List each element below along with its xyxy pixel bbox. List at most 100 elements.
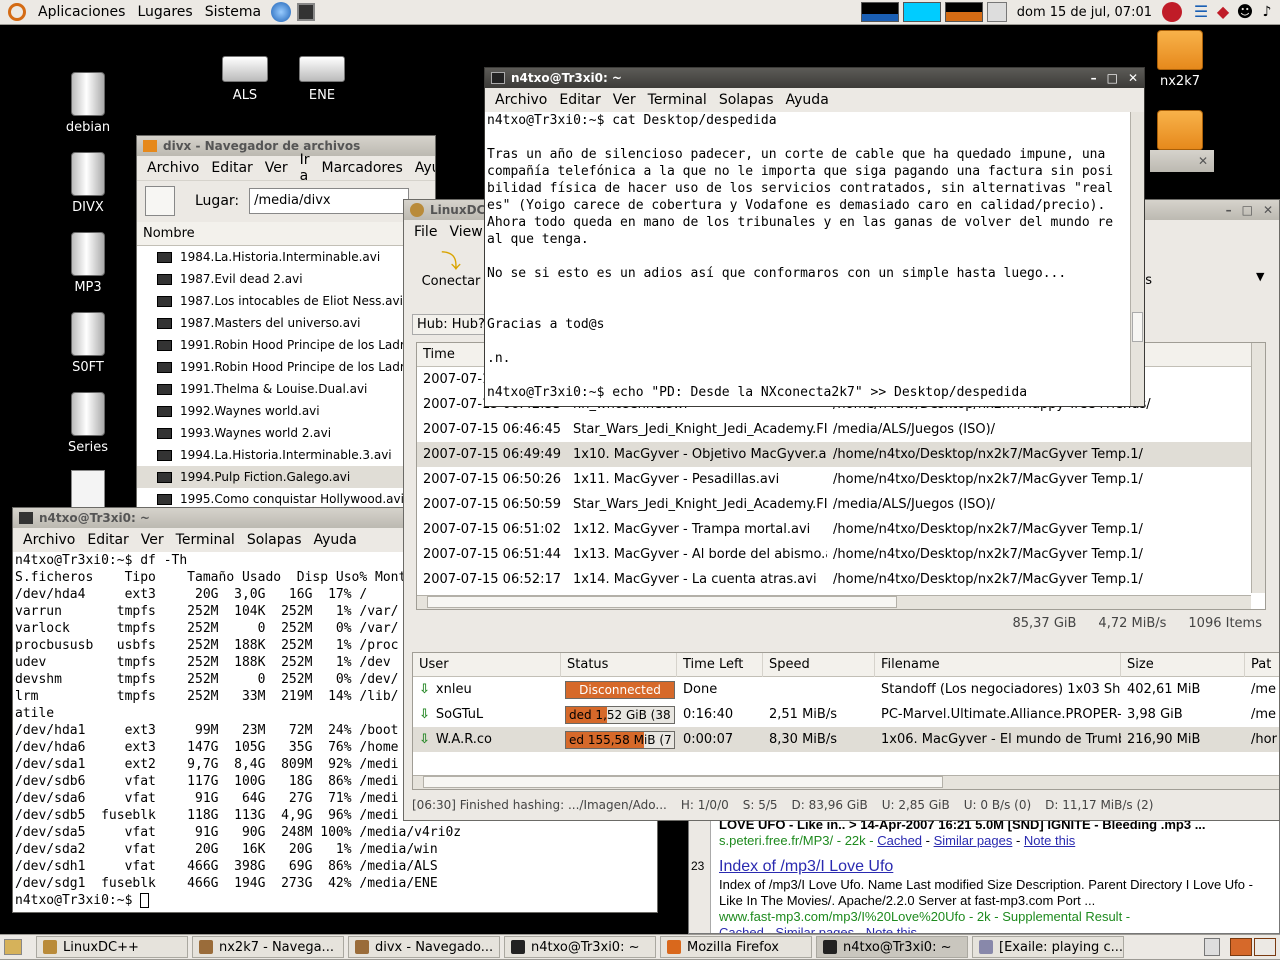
file-row[interactable]: 1987.Los intocables de Eliot Ness.avi: [137, 290, 435, 312]
transfer-row[interactable]: ⇩ W.A.R.co ed 155,58 MiB (7 0:00:07 8,30 MiB…: [413, 727, 1279, 752]
edit-location-icon[interactable]: [145, 185, 175, 216]
menu-terminal[interactable]: Terminal: [170, 532, 241, 548]
menu-ayuda[interactable]: Ayuda: [780, 92, 835, 108]
menu-editar[interactable]: Editar: [81, 532, 134, 548]
maximize-icon[interactable]: □: [1107, 71, 1118, 85]
menu-solapas[interactable]: Solapas: [713, 92, 780, 108]
note-this-link-2[interactable]: Note this: [866, 925, 917, 933]
file-row[interactable]: 1991.Robin Hood Principe de los Ladrones: [137, 334, 435, 356]
file-row[interactable]: 1994.Pulp Fiction.Galego.avi: [137, 466, 435, 488]
close-icon[interactable]: ✕: [1198, 154, 1208, 168]
file-row[interactable]: 1984.La.Historia.Interminable.avi: [137, 246, 435, 268]
terminal-launcher-icon[interactable]: [297, 3, 316, 21]
minimize-icon[interactable]: –: [1226, 203, 1232, 217]
menu-file[interactable]: File: [408, 224, 443, 240]
connect-button[interactable]: ⤵ Conectar: [418, 250, 484, 289]
column-speed[interactable]: Speed: [763, 653, 875, 677]
note-this-link[interactable]: Note this: [1024, 833, 1075, 848]
finished-row[interactable]: 2007-07-15 06:51:02 1x12. MacGyver - Tram…: [417, 517, 1251, 542]
show-desktop-icon[interactable]: [4, 939, 22, 955]
minimize-icon[interactable]: –: [1091, 71, 1097, 85]
file-row[interactable]: 1993.Waynes world 2.avi: [137, 422, 435, 444]
tab-hub[interactable]: Hub: Hub?: [412, 314, 490, 335]
cached-link-2[interactable]: Cached: [719, 925, 764, 933]
browser-launcher-icon[interactable]: [271, 2, 292, 22]
ubuntu-logo-icon[interactable]: [8, 3, 26, 21]
taskbar-button[interactable]: n4txo@Tr3xi0: ~: [816, 936, 968, 958]
file-row[interactable]: 1987.Masters del universo.avi: [137, 312, 435, 334]
taskbar-button[interactable]: LinuxDC++: [36, 936, 188, 958]
finished-row[interactable]: 2007-07-15 06:51:44 1x13. MacGyver - Al b…: [417, 542, 1251, 567]
taskbar-button[interactable]: [Exaile: playing c...: [972, 936, 1124, 958]
column-filename[interactable]: Filename: [875, 653, 1121, 677]
menu-archivo[interactable]: Archivo: [17, 532, 81, 548]
transfer-row[interactable]: ⇩ SoGTuL ded 1,52 GiB (38 0:16:40 2,51 MiB/s…: [413, 702, 1279, 727]
similar-pages-link[interactable]: Similar pages: [934, 833, 1013, 848]
column-nombre[interactable]: Nombre: [137, 222, 195, 246]
terminal-top-titlebar[interactable]: n4txo@Tr3xi0: ~ – □ ✕: [485, 68, 1144, 88]
audio-icon[interactable]: ♪: [1258, 3, 1276, 21]
menu-lugares[interactable]: Lugares: [131, 0, 198, 25]
desktop-icon-mp3[interactable]: MP3: [48, 232, 128, 295]
menu-archivo[interactable]: Archivo: [141, 160, 205, 176]
taskbar-button[interactable]: Mozilla Firefox: [660, 936, 812, 958]
file-row[interactable]: 1994.La.Historia.Interminable.3.avi: [137, 444, 435, 466]
file-row[interactable]: 1987.Evil dead 2.avi: [137, 268, 435, 290]
file-row[interactable]: 1991.Robin Hood Principe de los Ladrones: [137, 356, 435, 378]
column-user[interactable]: User: [413, 653, 561, 677]
menu-ver[interactable]: Ver: [259, 160, 294, 176]
taskbar-button[interactable]: nx2k7 - Navega...: [192, 936, 344, 958]
menu-editar[interactable]: Editar: [553, 92, 606, 108]
taskbar-button[interactable]: divx - Navegado...: [348, 936, 500, 958]
finished-row[interactable]: 2007-07-15 06:52:17 1x14. MacGyver - La c…: [417, 567, 1251, 592]
menu-marcadores[interactable]: Marcadores: [316, 160, 409, 176]
toolbar-dropdown-icon[interactable]: ▼: [1256, 270, 1264, 283]
terminal-top-scrollbar[interactable]: [1130, 112, 1144, 406]
desktop-icon-ene[interactable]: ENE: [282, 56, 362, 103]
menu-editar[interactable]: Editar: [205, 160, 258, 176]
transfers-hscrollbar[interactable]: [413, 775, 1279, 789]
finished-list-hscrollbar[interactable]: [417, 595, 1251, 609]
terminal-top-output[interactable]: n4txo@Tr3xi0:~$ cat Desktop/despedida Tra…: [485, 112, 1130, 406]
todo-window-titlebar[interactable]: ✕: [1150, 150, 1214, 172]
maximize-icon[interactable]: □: [1242, 203, 1253, 217]
menu-archivo[interactable]: Archivo: [489, 92, 553, 108]
column-path[interactable]: Pat: [1245, 653, 1279, 677]
taskbar-button[interactable]: n4txo@Tr3xi0: ~: [504, 936, 656, 958]
power-icon[interactable]: [1162, 2, 1182, 22]
divx-window-titlebar[interactable]: divx - Navegador de archivos: [137, 136, 435, 156]
file-list-header[interactable]: Nombre: [137, 222, 435, 246]
menu-terminal[interactable]: Terminal: [642, 92, 713, 108]
finished-row[interactable]: 2007-07-15 06:49:49 1x10. MacGyver - Obje…: [417, 442, 1251, 467]
menu-aplicaciones[interactable]: Aplicaciones: [32, 0, 131, 25]
gem-icon[interactable]: ◆: [1214, 3, 1232, 21]
menu-ir-a[interactable]: Ir a: [294, 152, 316, 184]
column-time-left[interactable]: Time Left: [677, 653, 763, 677]
cached-link[interactable]: Cached: [877, 833, 922, 848]
trash-icon[interactable]: [1204, 938, 1220, 956]
menu-solapas[interactable]: Solapas: [241, 532, 308, 548]
close-icon[interactable]: ✕: [1263, 203, 1273, 217]
menu-ayuda[interactable]: Ayuda: [308, 532, 363, 548]
menu-ayuda[interactable]: Ayuda: [409, 160, 435, 176]
menu-sistema[interactable]: Sistema: [199, 0, 267, 25]
transfer-row[interactable]: ⇩ xnleu Disconnected Done Standoff (Los nego…: [413, 677, 1279, 702]
result-title-link[interactable]: Index of /mp3/I Love Ufo: [719, 857, 1279, 877]
similar-pages-link-2[interactable]: Similar pages: [775, 925, 854, 933]
file-row[interactable]: 1991.Thelma & Louise.Dual.avi: [137, 378, 435, 400]
column-size[interactable]: Size: [1121, 653, 1245, 677]
column-status[interactable]: Status: [561, 653, 677, 677]
menu-ver[interactable]: Ver: [135, 532, 170, 548]
workspace-switcher[interactable]: [1230, 938, 1276, 956]
desktop-icon-soft[interactable]: S0FT: [48, 312, 128, 375]
finished-row[interactable]: 2007-07-15 06:46:45 Star_Wars_Jedi_Knight…: [417, 417, 1251, 442]
window-list-icon[interactable]: ☰: [1192, 3, 1210, 21]
close-icon[interactable]: ✕: [1128, 71, 1138, 85]
user-icon[interactable]: ☻: [1236, 3, 1254, 21]
finished-row[interactable]: 2007-07-15 06:50:26 1x11. MacGyver - Pesa…: [417, 467, 1251, 492]
desktop-icon-als[interactable]: ALS: [205, 56, 285, 103]
desktop-icon-nx2k7[interactable]: nx2k7: [1140, 30, 1220, 89]
finished-row[interactable]: 2007-07-15 06:50:59 Star_Wars_Jedi_Knight…: [417, 492, 1251, 517]
location-input[interactable]: [249, 187, 410, 214]
menu-view[interactable]: View: [443, 224, 488, 240]
